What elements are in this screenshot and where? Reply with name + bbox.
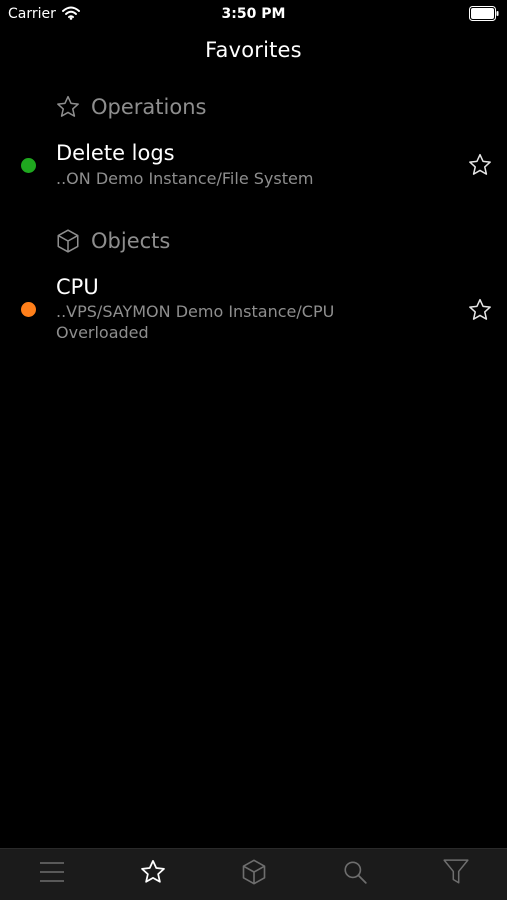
status-bar: Carrier 3:50 PM — [0, 0, 507, 28]
filter-icon — [443, 858, 469, 890]
tab-filter[interactable] — [441, 859, 471, 889]
favorites-screen: Carrier 3:50 PM Favorites Operations Del… — [0, 0, 507, 900]
favorite-star-icon[interactable] — [467, 152, 493, 178]
section-header-operations: Operations — [55, 93, 206, 121]
section-header-objects: Objects — [55, 227, 170, 255]
cube-icon — [55, 228, 81, 254]
item-title: Delete logs — [56, 141, 175, 165]
star-icon — [139, 858, 167, 890]
item-path: ..VPS/SAYMON Demo Instance/CPU — [56, 302, 335, 321]
page-title: Favorites — [205, 38, 302, 62]
battery-full-icon — [469, 6, 499, 21]
item-path: ..ON Demo Instance/File System — [56, 169, 314, 188]
item-title: CPU — [56, 275, 99, 299]
favorite-star-icon[interactable] — [467, 297, 493, 323]
status-indicator — [21, 158, 36, 173]
star-outline-icon — [55, 94, 81, 120]
tab-search[interactable] — [340, 859, 370, 889]
section-title: Operations — [91, 95, 207, 119]
tab-menu[interactable] — [37, 859, 67, 889]
list-item-delete-logs[interactable]: Delete logs ..ON Demo Instance/File Syst… — [0, 138, 507, 198]
cube-icon — [240, 858, 268, 890]
clock: 3:50 PM — [221, 6, 286, 22]
search-icon — [342, 859, 368, 889]
status-indicator — [21, 302, 36, 317]
menu-icon — [39, 860, 65, 888]
tab-objects[interactable] — [239, 859, 269, 889]
item-state: Overloaded — [56, 323, 149, 342]
tab-favorites[interactable] — [138, 859, 168, 889]
tab-bar — [0, 848, 507, 900]
list-item-cpu[interactable]: CPU ..VPS/SAYMON Demo Instance/CPU Overl… — [0, 272, 507, 348]
section-title: Objects — [91, 229, 171, 253]
